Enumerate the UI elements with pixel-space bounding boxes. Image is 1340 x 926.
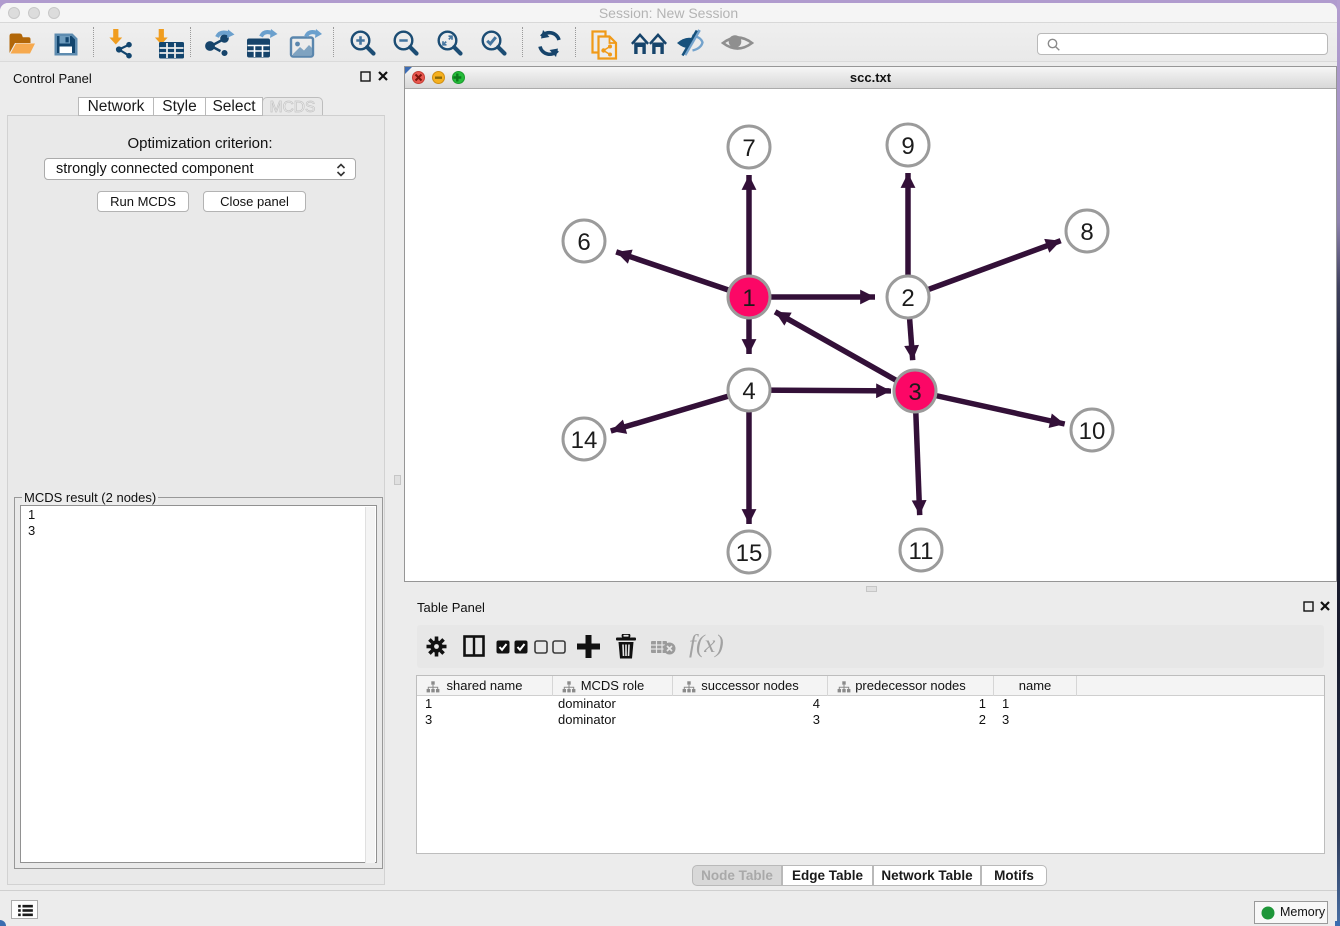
- svg-text:10: 10: [1079, 418, 1106, 445]
- svg-text:11: 11: [909, 538, 934, 565]
- svg-text:8: 8: [1080, 219, 1093, 246]
- svg-text:15: 15: [736, 540, 763, 567]
- svg-text:1: 1: [742, 285, 755, 312]
- svg-text:9: 9: [901, 133, 914, 160]
- svg-text:7: 7: [742, 135, 755, 162]
- svg-text:3: 3: [908, 379, 921, 406]
- svg-text:14: 14: [571, 427, 598, 454]
- svg-text:6: 6: [577, 229, 590, 256]
- svg-text:2: 2: [901, 285, 914, 312]
- svg-text:4: 4: [742, 378, 755, 405]
